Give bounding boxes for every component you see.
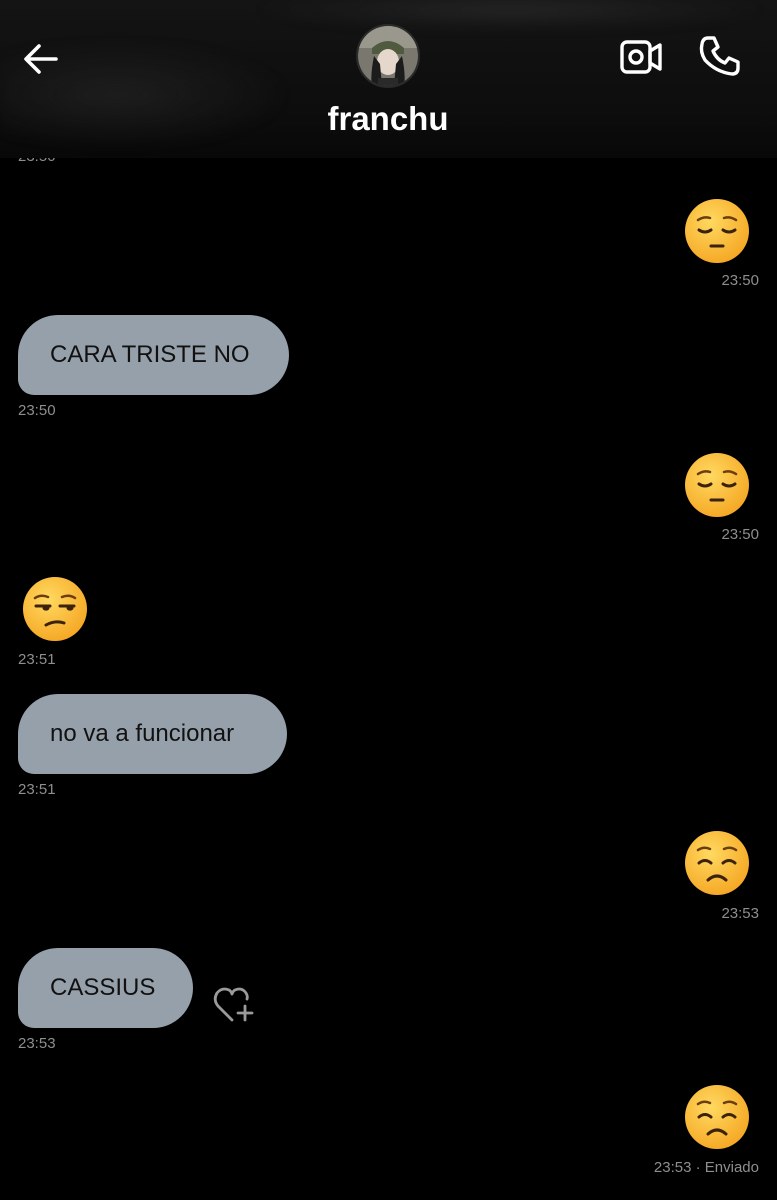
disappointed-face-emoji[interactable] bbox=[684, 1084, 750, 1150]
heart-plus-icon[interactable] bbox=[212, 984, 256, 1024]
video-camera-icon[interactable] bbox=[618, 36, 664, 78]
pensive-face-emoji[interactable] bbox=[684, 198, 750, 264]
received-message-bubble[interactable]: no va a funcionar bbox=[18, 694, 287, 774]
pensive-face-emoji[interactable] bbox=[684, 452, 750, 518]
message-timestamp: 23:51 bbox=[18, 651, 56, 668]
phone-icon[interactable] bbox=[696, 32, 744, 80]
unamused-face-emoji[interactable] bbox=[22, 576, 88, 642]
message-timestamp: 23:53 bbox=[721, 905, 759, 922]
received-message-bubble[interactable]: CASSIUS bbox=[18, 948, 193, 1028]
disappointed-face-emoji[interactable] bbox=[684, 830, 750, 896]
message-timestamp-status: 23:53 · Enviado bbox=[654, 1159, 759, 1176]
chat-header: franchu bbox=[0, 0, 777, 158]
message-timestamp: 23:53 bbox=[18, 1035, 56, 1052]
message-timestamp: 23:50 bbox=[18, 402, 56, 419]
header-blur-top bbox=[250, 0, 770, 30]
message-timestamp: 23:53 bbox=[653, 1159, 692, 1176]
received-message-bubble[interactable]: CARA TRISTE NO bbox=[18, 315, 289, 395]
sent-status: · Enviado bbox=[695, 1159, 759, 1176]
back-arrow-icon[interactable] bbox=[18, 36, 64, 82]
message-timestamp: 23:50 bbox=[721, 272, 759, 289]
contact-name[interactable]: franchu bbox=[288, 100, 488, 138]
message-timestamp: 23:50 bbox=[721, 526, 759, 543]
contact-avatar[interactable] bbox=[356, 24, 420, 88]
message-timestamp: 23:51 bbox=[18, 781, 56, 798]
